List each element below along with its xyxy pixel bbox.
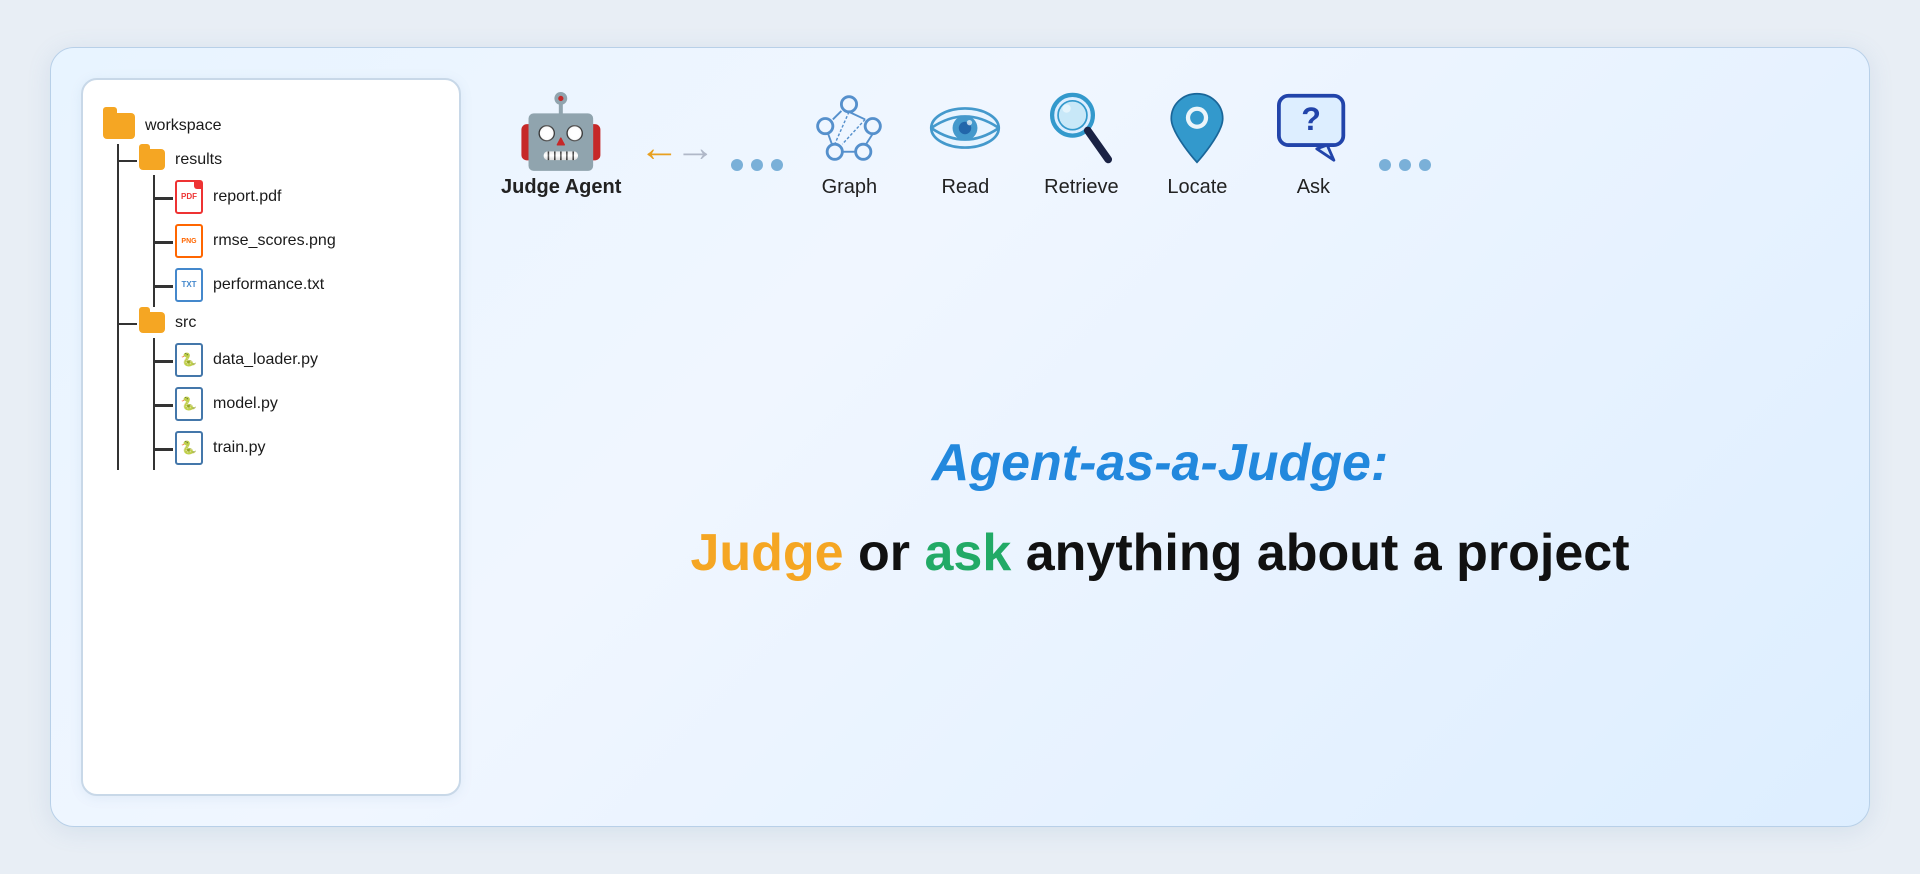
dot-1 — [731, 159, 743, 171]
suffix-text: anything about a project — [1011, 524, 1629, 582]
txt-icon: TXT — [175, 268, 203, 302]
arrow-left-icon: ← — [639, 126, 679, 171]
workspace-label: workspace — [145, 117, 221, 135]
svg-text:?: ? — [1302, 101, 1322, 137]
tools-row: 🤖 Judge Agent ← → — [501, 88, 1819, 219]
retrieve-icon — [1047, 87, 1115, 169]
trailing-dot-3 — [1419, 159, 1431, 171]
src-folder-icon — [139, 312, 165, 333]
agent-emoji: 🤖 — [516, 96, 606, 168]
src-label: src — [175, 314, 196, 332]
workspace-folder-icon — [103, 113, 135, 139]
retrieve-label: Retrieve — [1044, 176, 1118, 199]
report-pdf-label: report.pdf — [213, 188, 281, 206]
tool-read-block: Read — [925, 88, 1005, 199]
results-label: results — [175, 151, 222, 169]
rmse-png-label: rmse_scores.png — [213, 232, 336, 250]
workspace-children: results PDF report.pdf PNG — [117, 144, 439, 470]
dots-right-block — [1379, 159, 1431, 199]
tree-rmse-png: PNG rmse_scores.png — [175, 219, 439, 263]
arrow-right-icon: → — [675, 126, 715, 171]
ask-icon-container: ? — [1273, 88, 1353, 168]
or-text: or — [844, 524, 925, 582]
trailing-dot-1 — [1379, 159, 1391, 171]
pdf-icon: PDF — [175, 180, 203, 214]
graph-label: Graph — [822, 176, 878, 199]
graph-icon — [811, 90, 887, 166]
results-folder-icon — [139, 149, 165, 170]
performance-txt-label: performance.txt — [213, 276, 324, 294]
tree-data-loader: 🐍 data_loader.py — [175, 338, 439, 382]
judge-word: Judge — [690, 524, 843, 582]
file-tree-root: workspace results PDF report.pdf — [103, 104, 439, 474]
read-icon-container — [925, 88, 1005, 168]
train-py-label: train.py — [213, 439, 265, 457]
png-icon: PNG — [175, 224, 203, 258]
graph-icon-container — [809, 88, 889, 168]
model-py-label: model.py — [213, 395, 278, 413]
right-panel: 🤖 Judge Agent ← → — [491, 78, 1839, 796]
ask-label: Ask — [1297, 176, 1330, 199]
arrow-block: ← → — [639, 126, 715, 199]
tree-src: src — [139, 307, 439, 338]
tree-performance-txt: TXT performance.txt — [175, 263, 439, 307]
results-children: PDF report.pdf PNG rmse_scores.png — [153, 175, 439, 307]
tree-model-py: 🐍 model.py — [175, 382, 439, 426]
tool-locate-block: Locate — [1157, 88, 1237, 199]
read-icon — [925, 98, 1005, 158]
tool-graph-block: Graph — [809, 88, 889, 199]
py-icon-train: 🐍 — [175, 431, 203, 465]
agent-label: Judge Agent — [501, 176, 621, 199]
locate-icon — [1167, 87, 1227, 169]
read-label: Read — [941, 176, 989, 199]
tree-train-py: 🐍 train.py — [175, 426, 439, 470]
tree-workspace: workspace — [103, 108, 439, 144]
ask-icon: ? — [1275, 92, 1351, 164]
dot-3 — [771, 159, 783, 171]
locate-icon-container — [1157, 88, 1237, 168]
data-loader-label: data_loader.py — [213, 351, 318, 369]
src-children: 🐍 data_loader.py 🐍 model.py 🐍 train.py — [153, 338, 439, 470]
tree-report-pdf: PDF report.pdf — [175, 175, 439, 219]
judge-agent-block: 🤖 Judge Agent — [501, 96, 621, 199]
py-icon-model: 🐍 — [175, 387, 203, 421]
dot-2 — [751, 159, 763, 171]
trailing-dot-2 — [1399, 159, 1411, 171]
py-icon-data-loader: 🐍 — [175, 343, 203, 377]
file-tree-panel: workspace results PDF report.pdf — [81, 78, 461, 796]
locate-label: Locate — [1167, 176, 1227, 199]
main-container: workspace results PDF report.pdf — [50, 47, 1870, 827]
dots-left-block — [731, 159, 783, 199]
text-content: Agent-as-a-Judge: Judge or ask anything … — [501, 219, 1819, 776]
ask-word: ask — [925, 524, 1012, 582]
headline-1: Agent-as-a-Judge: — [932, 433, 1388, 493]
tree-results: results — [139, 144, 439, 175]
headline-2: Judge or ask anything about a project — [690, 523, 1629, 583]
tool-ask-block: ? Ask — [1273, 88, 1353, 199]
retrieve-icon-container — [1041, 88, 1121, 168]
tool-retrieve-block: Retrieve — [1041, 88, 1121, 199]
